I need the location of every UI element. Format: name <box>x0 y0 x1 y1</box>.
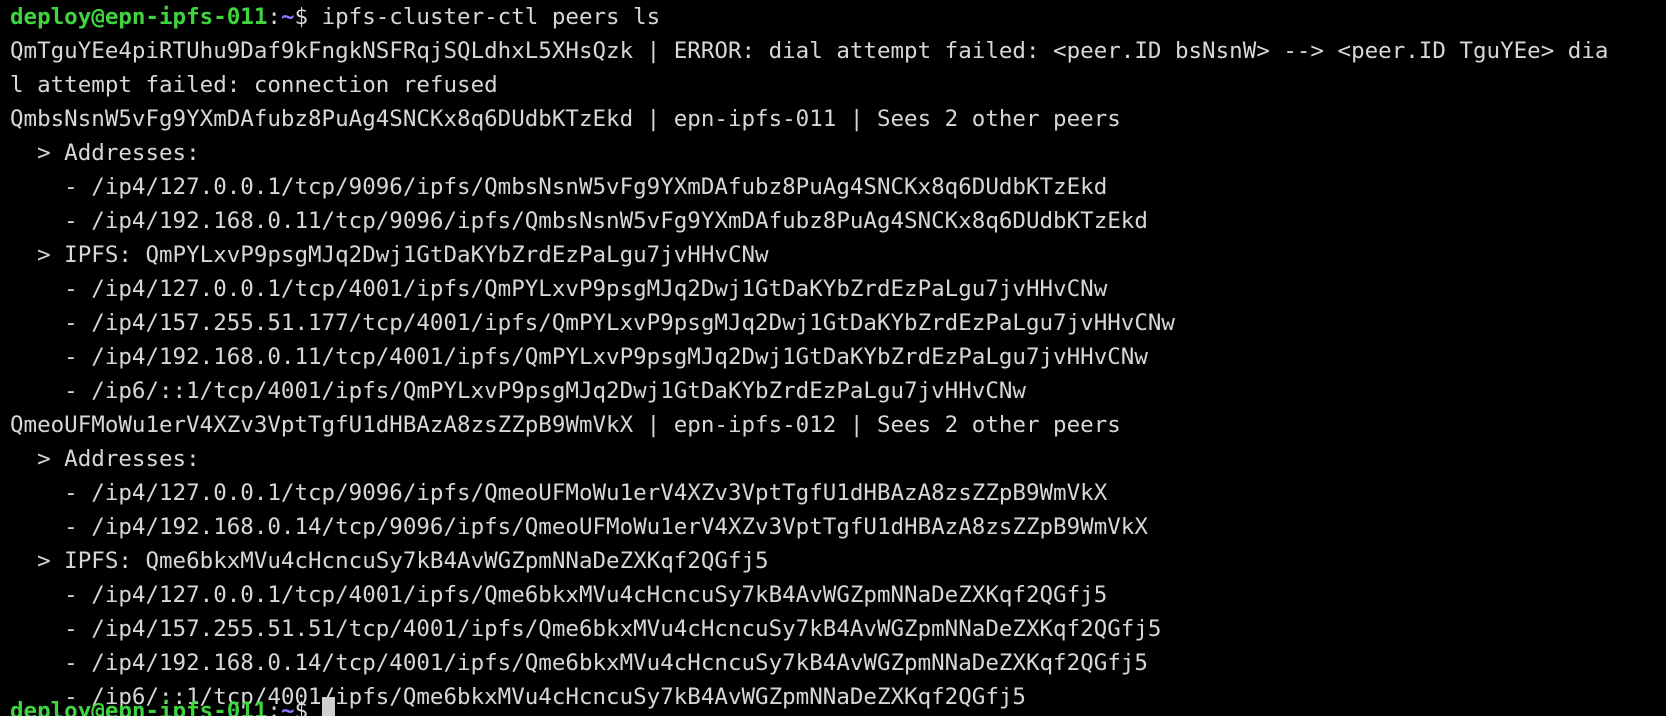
output-line: - /ip4/127.0.0.1/tcp/9096/ipfs/QmeoUFMoW… <box>10 480 1108 506</box>
prompt-user-host: deploy@epn-ipfs-011 <box>10 4 268 30</box>
output-line: - /ip4/127.0.0.1/tcp/4001/ipfs/Qme6bkxMV… <box>10 582 1108 608</box>
output-line: > Addresses: <box>10 140 200 166</box>
output-line: - /ip4/127.0.0.1/tcp/4001/ipfs/QmPYLxvP9… <box>10 276 1108 302</box>
output-line: l attempt failed: connection refused <box>10 72 498 98</box>
output-line: QmTguYEe4piRTUhu9Daf9kFngkNSFRqjSQLdhxL5… <box>10 38 1609 64</box>
output-line: - /ip4/192.168.0.14/tcp/4001/ipfs/Qme6bk… <box>10 650 1148 676</box>
output-line: - /ip4/192.168.0.14/tcp/9096/ipfs/QmeoUF… <box>10 514 1148 540</box>
prompt-user-host: deploy@epn-ipfs-011 <box>10 698 268 716</box>
output-line: > Addresses: <box>10 446 200 472</box>
output-line: - /ip4/157.255.51.177/tcp/4001/ipfs/QmPY… <box>10 310 1175 336</box>
output-line: - /ip4/157.255.51.51/tcp/4001/ipfs/Qme6b… <box>10 616 1162 642</box>
command-text: ipfs-cluster-ctl peers ls <box>321 4 661 30</box>
terminal-window[interactable]: deploy@epn-ipfs-011:~$ ipfs-cluster-ctl … <box>0 0 1666 716</box>
output-line: - /ip4/192.168.0.11/tcp/4001/ipfs/QmPYLx… <box>10 344 1148 370</box>
prompt-colon: : <box>267 4 281 30</box>
prompt-path: ~ <box>280 4 295 30</box>
output-line: - /ip4/127.0.0.1/tcp/9096/ipfs/QmbsNsnW5… <box>10 174 1108 200</box>
text-cursor[interactable] <box>321 697 335 716</box>
output-line: - /ip6/::1/tcp/4001/ipfs/QmPYLxvP9psgMJq… <box>10 378 1026 404</box>
output-line: QmbsNsnW5vFg9YXmDAfubz8PuAg4SNCKx8q6DUdb… <box>10 106 1121 132</box>
prompt-colon: : <box>267 698 281 716</box>
active-prompt-line: deploy@epn-ipfs-011:~$ <box>10 694 1666 716</box>
output-line: QmeoUFMoWu1erV4XZv3VptTgfU1dHBAzA8zsZZpB… <box>10 412 1121 438</box>
output-line: > IPFS: QmPYLxvP9psgMJq2Dwj1GtDaKYbZrdEz… <box>10 242 769 268</box>
prompt-path: ~ <box>280 698 295 716</box>
prompt-symbol: $ <box>294 698 322 716</box>
prompt-symbol: $ <box>294 4 322 30</box>
output-line: - /ip4/192.168.0.11/tcp/9096/ipfs/QmbsNs… <box>10 208 1148 234</box>
output-line: > IPFS: Qme6bkxMVu4cHcncuSy7kB4AvWGZpmNN… <box>10 548 769 574</box>
command-line: deploy@epn-ipfs-011:~$ ipfs-cluster-ctl … <box>10 0 1666 34</box>
